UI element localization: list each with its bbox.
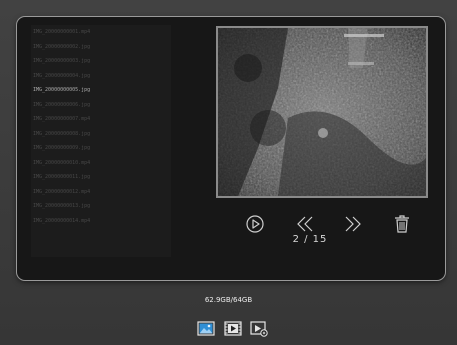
file-item[interactable]: IMG_20000000012.mp4 [31, 185, 171, 200]
trash-icon [395, 215, 409, 233]
play-icon [246, 215, 264, 233]
file-item[interactable]: IMG_20000000008.jpg [31, 127, 171, 142]
file-item[interactable]: IMG_20000000011.jpg [31, 170, 171, 185]
file-list[interactable]: IMG_20000000001.mp4 IMG_20000000002.jpg IM… [31, 25, 171, 257]
storage-indicator: 62.9GB/64GB [204, 296, 253, 304]
image-counter: 2 / 15 [292, 234, 328, 245]
delete-button[interactable] [392, 214, 412, 234]
tab-photos[interactable] [196, 320, 216, 337]
next-button[interactable] [343, 214, 363, 234]
tab-settings[interactable] [249, 320, 269, 337]
file-item[interactable]: IMG_20000000006.jpg [31, 98, 171, 113]
photo-settings-icon [250, 321, 268, 337]
image-preview[interactable] [216, 26, 428, 198]
fast-forward-icon [345, 216, 361, 232]
file-item[interactable]: IMG_20000000004.jpg [31, 69, 171, 84]
preview-photo [218, 28, 426, 196]
media-tabs [196, 320, 271, 338]
play-button[interactable] [245, 214, 265, 234]
file-item[interactable]: IMG_20000000002.jpg [31, 40, 171, 55]
rewind-icon [297, 216, 313, 232]
file-item[interactable]: IMG_20000000003.jpg [31, 54, 171, 69]
app-screen: IMG_20000000001.mp4 IMG_20000000002.jpg IM… [0, 0, 457, 345]
file-item[interactable]: IMG_20000000001.mp4 [31, 25, 171, 40]
file-item[interactable]: IMG_20000000010.mp4 [31, 156, 171, 171]
file-item[interactable]: IMG_20000000014.mp4 [31, 214, 171, 229]
gallery-panel: IMG_20000000001.mp4 IMG_20000000002.jpg IM… [17, 17, 445, 280]
file-item[interactable]: IMG_20000000009.jpg [31, 141, 171, 156]
photo-icon [197, 321, 215, 336]
playback-controls [245, 214, 413, 234]
previous-button[interactable] [295, 214, 315, 234]
file-item[interactable]: IMG_20000000007.mp4 [31, 112, 171, 127]
file-item[interactable]: IMG_20000000013.jpg [31, 199, 171, 214]
video-icon [224, 321, 242, 336]
tab-videos[interactable] [223, 320, 243, 337]
file-item-selected[interactable]: IMG_20000000005.jpg [31, 83, 171, 98]
